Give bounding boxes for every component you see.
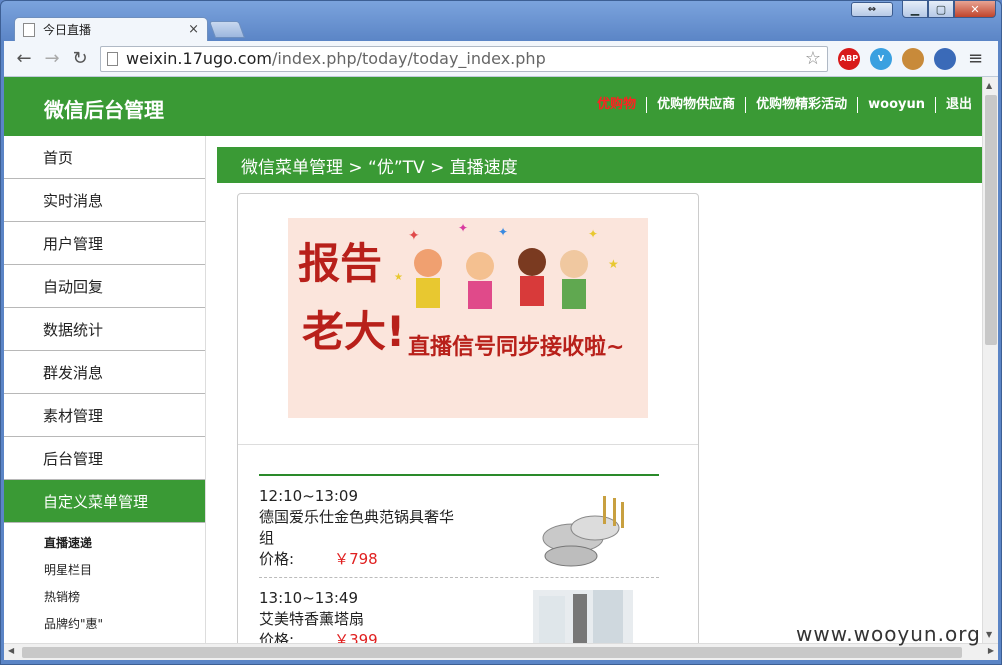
address-bar[interactable]: weixin.17ugo.com/index.php/today/today_i…	[100, 45, 828, 72]
sidebar-item-3[interactable]: 自动回复	[4, 265, 205, 308]
scroll-right-icon[interactable]: ▶	[988, 646, 994, 655]
sidebar-item-4[interactable]: 数据统计	[4, 308, 205, 351]
tab-title: 今日直播	[43, 23, 92, 37]
banner-line2: 老大!	[302, 307, 405, 356]
scrollbar-thumb[interactable]	[985, 95, 997, 345]
window-controls: ▁ ▢ ✕	[902, 0, 996, 18]
product-list: 12:10~13:09 德国爱乐仕金色典范锅具奢华组 价格: ￥798 13:10~13…	[259, 474, 659, 643]
adblock-plus-icon[interactable]: ABP	[838, 47, 860, 70]
svg-text:✦: ✦	[588, 227, 598, 241]
sidebar-subitem-3[interactable]: 品牌约"惠"	[4, 610, 205, 637]
maximize-button[interactable]: ▢	[928, 0, 954, 18]
forward-icon[interactable]: →	[38, 48, 66, 69]
svg-text:✦: ✦	[458, 221, 468, 235]
close-tab-icon[interactable]: ×	[188, 22, 199, 37]
watermark: www.wooyun.org	[796, 622, 981, 646]
sidebar: 首页 实时消息 用户管理 自动回复 数据统计 群发消息 素材管理 后台管理 自定义菜单管理 直播…	[4, 136, 206, 643]
price-label: 价格:	[259, 631, 295, 643]
sidebar-item-1[interactable]: 实时消息	[4, 179, 205, 222]
close-window-button[interactable]: ✕	[954, 0, 996, 18]
page-viewport: 微信后台管理 优购物 优购物供应商 优购物精彩活动 wooyun 退出 首页 实时消息 用户…	[4, 77, 982, 643]
scrollbar-thumb[interactable]	[22, 647, 962, 658]
banner-line1: 报告	[298, 239, 382, 288]
top-nav-link-3[interactable]: wooyun	[857, 97, 935, 113]
cookware-product-image[interactable]	[533, 488, 633, 574]
fan-product-image[interactable]	[533, 590, 633, 643]
price-label: 价格:	[259, 550, 295, 568]
scroll-up-icon[interactable]: ▲	[986, 81, 992, 90]
sidebar-item-6[interactable]: 素材管理	[4, 394, 205, 437]
vertical-scrollbar[interactable]: ▲ ▼	[982, 77, 998, 643]
browser-toolbar: ← → ↻ weixin.17ugo.com/index.php/today/t…	[4, 41, 998, 77]
menu-icon[interactable]: ≡	[968, 48, 983, 69]
product-name[interactable]: 德国爱乐仕金色典范锅具奢华组	[259, 507, 459, 549]
page-icon	[107, 51, 118, 66]
sidebar-subitem-2[interactable]: 热销榜	[4, 583, 205, 610]
url-host: weixin.17ugo.com	[126, 49, 272, 68]
vivaldi-v-icon[interactable]: V	[870, 47, 892, 70]
sidebar-item-5[interactable]: 群发消息	[4, 351, 205, 394]
svg-text:✦: ✦	[408, 228, 420, 244]
back-icon[interactable]: ←	[10, 48, 38, 69]
browser-tab[interactable]: 今日直播 ×	[14, 17, 208, 41]
product-name[interactable]: 艾美特香薰塔扇	[259, 609, 459, 630]
sidebar-item-2[interactable]: 用户管理	[4, 222, 205, 265]
reload-icon[interactable]: ↻	[66, 48, 94, 69]
live-banner-image: 报告 老大! 直播信号同步接收啦~ ✦ ✦ ✦ ✦ ★ ★	[288, 218, 648, 418]
sidebar-subitem-0[interactable]: 直播速递	[4, 529, 205, 556]
breadcrumb: 微信菜单管理 > “优”TV > 直播速度	[217, 147, 982, 183]
top-nav-link-0[interactable]: 优购物	[587, 97, 646, 113]
page-icon	[23, 22, 35, 37]
top-nav: 优购物 优购物供应商 优购物精彩活动 wooyun 退出	[587, 97, 982, 113]
cookie-icon[interactable]	[902, 47, 924, 70]
product-item[interactable]: 12:10~13:09 德国爱乐仕金色典范锅具奢华组 价格: ￥798	[259, 476, 659, 578]
price-value: ￥798	[334, 550, 378, 568]
minimize-button[interactable]: ▁	[902, 0, 928, 18]
restore-tab-button[interactable]: ⇔	[851, 2, 893, 17]
top-nav-link-2[interactable]: 优购物精彩活动	[745, 97, 857, 113]
sidebar-item-0[interactable]: 首页	[4, 136, 205, 179]
bookmark-star-icon[interactable]: ☆	[805, 48, 821, 69]
site-title: 微信后台管理	[44, 98, 164, 122]
scroll-left-icon[interactable]: ◀	[8, 646, 14, 655]
site-header: 微信后台管理 优购物 优购物供应商 优购物精彩活动 wooyun 退出	[4, 77, 982, 136]
extensions: ABP V	[828, 47, 956, 70]
url-path: /index.php/today/today_index.php	[271, 49, 546, 68]
new-tab-button[interactable]	[208, 21, 246, 38]
live-card: 报告 老大! 直播信号同步接收啦~ ✦ ✦ ✦ ✦ ★ ★ 12:10~13:09 德国…	[237, 193, 699, 643]
top-nav-link-1[interactable]: 优购物供应商	[646, 97, 745, 113]
sidebar-item-8[interactable]: 自定义菜单管理	[4, 480, 205, 523]
price-value: ￥399	[334, 631, 378, 643]
cartoon-kids-illustration: ✦ ✦ ✦ ✦ ★ ★	[394, 221, 619, 309]
globe-icon[interactable]	[934, 47, 956, 70]
sidebar-item-7[interactable]: 后台管理	[4, 437, 205, 480]
top-nav-link-4[interactable]: 退出	[934, 97, 982, 113]
sidebar-subitem-1[interactable]: 明星栏目	[4, 556, 205, 583]
svg-text:★: ★	[608, 257, 619, 271]
svg-text:★: ★	[394, 272, 403, 283]
product-item[interactable]: 13:10~13:49 艾美特香薰塔扇 价格: ￥399	[259, 578, 659, 643]
svg-text:✦: ✦	[498, 225, 508, 239]
banner-line3: 直播信号同步接收啦~	[408, 334, 624, 360]
scroll-down-icon[interactable]: ▼	[986, 630, 992, 639]
divider	[238, 444, 698, 445]
